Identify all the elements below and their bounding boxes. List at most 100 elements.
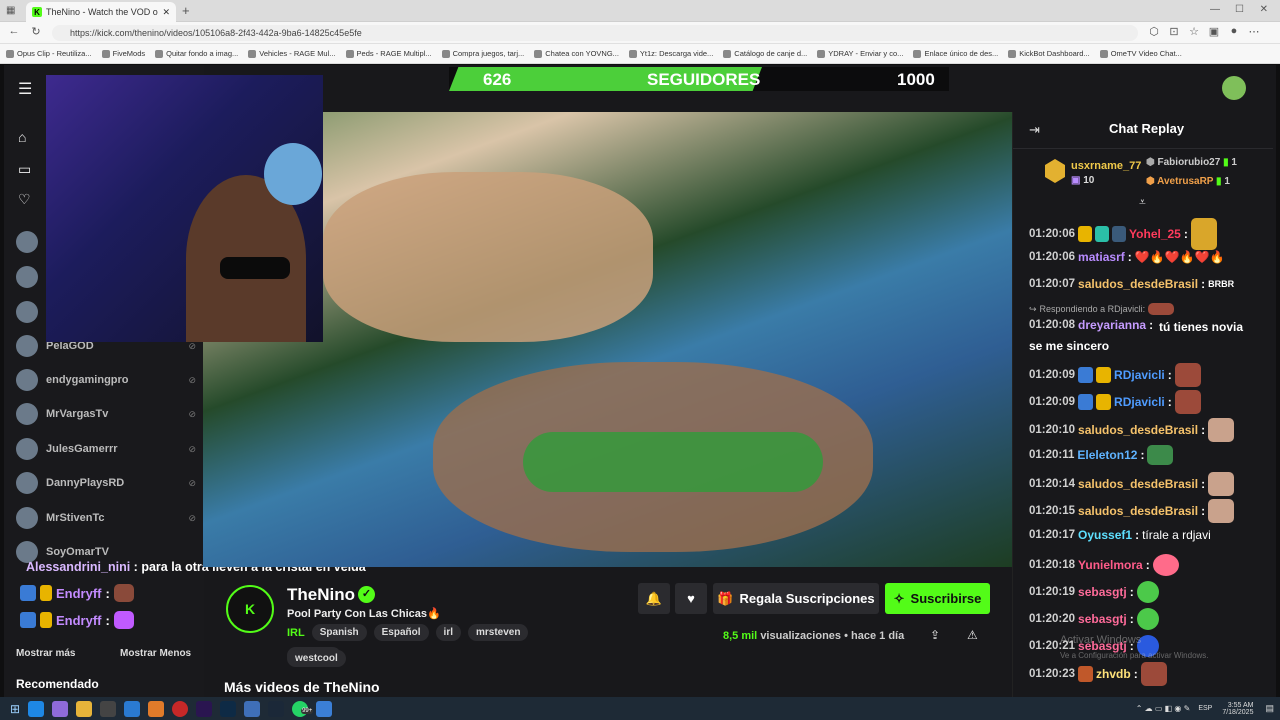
channel-avatar[interactable]: K [226, 585, 274, 633]
reply-indicator: ↪ Respondiendo a RDjavicli: [1029, 303, 1175, 315]
bookmark-item[interactable]: YDRAY - Enviar y co... [817, 49, 903, 58]
home-icon[interactable]: ⌂ [18, 129, 26, 145]
app-icon[interactable] [172, 700, 189, 717]
outlook-icon[interactable] [124, 700, 141, 717]
crown-icon [40, 585, 52, 601]
bookmark-item[interactable]: Quitar fondo a imag... [155, 49, 238, 58]
bookmark-item[interactable]: OmeTV Video Chat... [1099, 49, 1182, 58]
bookmark-item[interactable]: FiveMods [101, 49, 145, 58]
tray-icons[interactable]: ⌃ ☁ ▭ ◧ ◉ ✎ [1136, 704, 1191, 713]
avatar [16, 335, 38, 357]
subscribe-button[interactable]: ✧ Suscribirse [885, 583, 990, 614]
close-window-icon[interactable]: ✕ [1260, 4, 1268, 15]
channel-name[interactable]: TheNino [287, 585, 355, 605]
share-icon[interactable]: ⇪ [930, 628, 940, 642]
tag-pill[interactable]: irl [435, 624, 461, 641]
new-tab-icon[interactable]: + [182, 3, 190, 18]
gift-subs-button[interactable]: 🎁 Regala Suscripciones [713, 583, 879, 614]
offline-icon: ⊘ [188, 340, 196, 351]
user-avatar[interactable] [1222, 76, 1246, 100]
emote-icon [1190, 218, 1217, 250]
reload-icon[interactable]: ↻ [28, 25, 44, 38]
url-field[interactable]: https://kick.com/thenino/videos/105106a8… [52, 25, 1138, 41]
avatar [16, 403, 38, 425]
file-explorer-icon[interactable] [76, 700, 93, 717]
emote-icon [113, 584, 134, 602]
emote-icon [113, 611, 134, 629]
maximize-icon[interactable]: ☐ [1235, 4, 1244, 15]
bookmark-item[interactable]: Compra juegos, tarj... [441, 49, 524, 58]
app-icon[interactable] [100, 700, 117, 717]
report-icon[interactable]: ⚠ [967, 628, 978, 642]
tag-pill[interactable]: westcool [287, 650, 346, 667]
collections-icon[interactable]: ▣ [1206, 25, 1222, 38]
app-icon[interactable] [148, 700, 165, 717]
edge-icon[interactable] [28, 700, 45, 717]
notifications-icon[interactable]: ▤ [1265, 703, 1274, 714]
bookmark-item[interactable]: Chatea con YOVNG... [534, 49, 619, 58]
channel-name: SoyOmarTV [46, 546, 109, 558]
crown-icon [1096, 367, 1112, 383]
chat-message: 01:20:09 RDjavicli: [1029, 363, 1201, 387]
app-icon[interactable] [316, 700, 333, 717]
hammer-badge-icon [1078, 394, 1094, 410]
avatar [16, 472, 38, 494]
followed-channel[interactable]: MrVargasTv ⊘ [16, 403, 196, 425]
hamburger-menu-icon[interactable]: ☰ [18, 79, 32, 99]
show-more-link[interactable]: Mostrar más [16, 648, 75, 659]
show-less-link[interactable]: Mostrar Menos [120, 648, 191, 659]
bookmark-item[interactable]: Yt1z: Descarga vide... [628, 49, 713, 58]
video-swimwear [523, 432, 823, 492]
category-link[interactable]: IRL [287, 627, 305, 639]
browser-icon[interactable] [244, 700, 261, 717]
follow-heart-button[interactable]: ♥ [675, 583, 707, 614]
chat-title: Chat Replay [1109, 121, 1185, 136]
bookmark-item[interactable]: KickBot Dashboard... [1008, 49, 1090, 58]
offline-icon: ⊘ [188, 374, 196, 385]
chat-collapse-icon[interactable]: ⇥ [1029, 122, 1040, 138]
followed-channel[interactable]: endygamingpro ⊘ [16, 369, 196, 391]
browser-tab[interactable]: K TheNino - Watch the VOD o ✕ [26, 2, 176, 22]
whatsapp-icon[interactable]: 99+ [292, 700, 314, 717]
emote-icon [1152, 554, 1179, 576]
bookmark-item[interactable]: Peds - RAGE Multipl... [345, 49, 432, 58]
notification-bell-button[interactable]: 🔔 [638, 583, 670, 614]
sparkle-icon: ✧ [893, 590, 905, 606]
chat-panel: ⇥ Chat Replay usxrname_77 ▣ 10 ⬢ Fabioru… [1012, 112, 1273, 697]
followed-channel[interactable]: MrStivenTc ⊘ [16, 507, 196, 529]
tag-pill[interactable]: Español [373, 624, 429, 641]
video-player[interactable] [203, 112, 1012, 567]
copilot-icon[interactable] [52, 700, 69, 717]
favorites-icon[interactable]: ☆ [1186, 25, 1202, 38]
bookmark-item[interactable]: Vehicles - RAGE Mul... [248, 49, 336, 58]
language-indicator[interactable]: ESP [1198, 705, 1212, 712]
bookmark-item[interactable]: Catálogo de canje d... [723, 49, 807, 58]
offline-icon: ⊘ [188, 477, 196, 488]
bookmark-item[interactable]: Opus Clip - Reutiliza... [6, 49, 92, 58]
menu-icon[interactable]: ⋯ [1246, 25, 1262, 38]
chat-message: 01:20:09 RDjavicli: [1029, 390, 1201, 414]
tab-actions-icon[interactable]: ▦ [6, 5, 15, 16]
close-tab-icon[interactable]: ✕ [162, 7, 170, 18]
expand-gifters-icon[interactable]: ⩡ [1139, 195, 1146, 210]
start-icon[interactable]: ⊞ [10, 702, 20, 716]
steam-icon[interactable] [268, 700, 285, 717]
extensions-icon[interactable]: ⬡ [1146, 25, 1162, 38]
following-heart-icon[interactable]: ♡ [18, 191, 31, 208]
split-icon[interactable]: ⊡ [1166, 25, 1182, 38]
back-icon[interactable]: ← [6, 25, 22, 37]
tag-pill[interactable]: Spanish [311, 624, 367, 641]
premiere-icon[interactable] [196, 700, 213, 717]
tag-pill[interactable]: mrsteven [468, 624, 529, 641]
bookmark-item[interactable]: Enlace único de des... [913, 49, 998, 58]
profile-icon[interactable]: ● [1226, 25, 1242, 37]
followed-channel[interactable]: JulesGamerrr ⊘ [16, 438, 196, 460]
clock[interactable]: 3:55 AM 7/18/2025 [1222, 702, 1253, 716]
emote-icon [1140, 662, 1167, 686]
browse-icon[interactable]: ▭ [18, 161, 31, 178]
badge-icon [20, 585, 36, 601]
followed-channel[interactable]: DannyPlaysRD ⊘ [16, 472, 196, 494]
minimize-icon[interactable]: — [1210, 4, 1220, 15]
photoshop-icon[interactable] [220, 700, 237, 717]
gifter-count: 1 [1231, 157, 1237, 168]
